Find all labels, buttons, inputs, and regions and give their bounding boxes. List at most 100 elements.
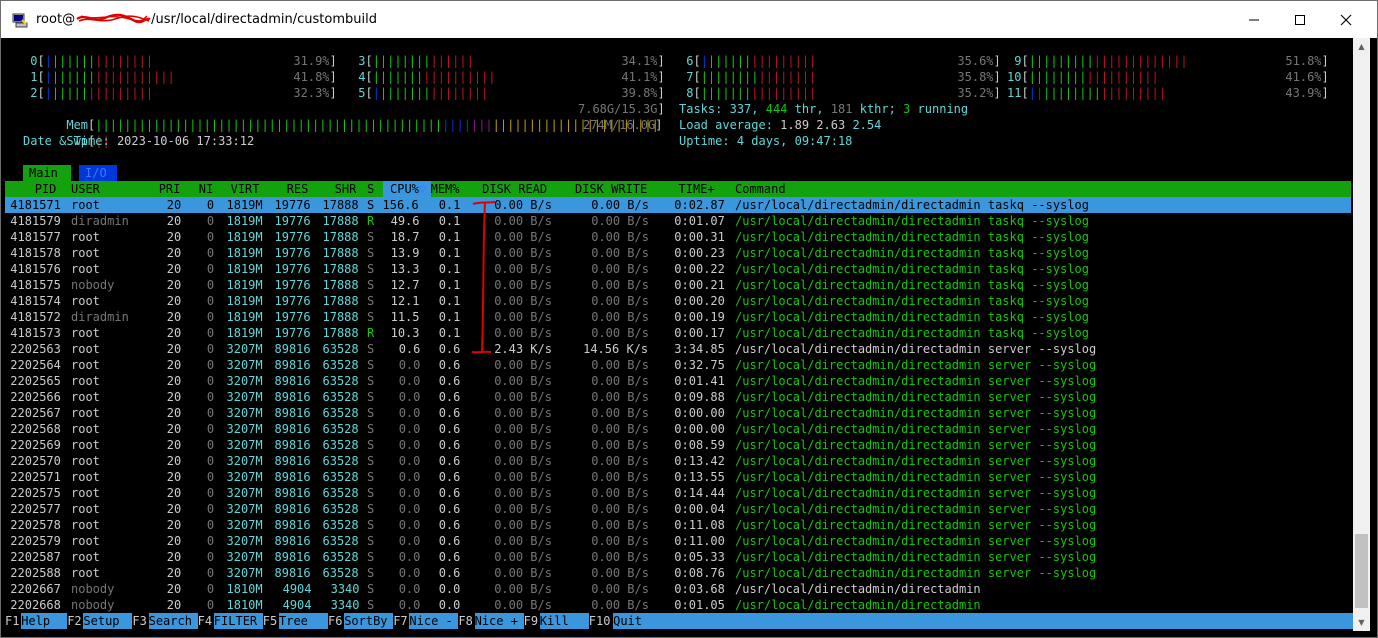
load-5: 2.63 (816, 118, 846, 132)
fkey-f9[interactable]: F9 (524, 613, 538, 629)
vertical-scrollbar[interactable]: ▲ ▼ (1353, 38, 1370, 631)
cell-cpu: 0.0 (398, 358, 421, 372)
close-icon (1340, 14, 1352, 25)
process-row[interactable]: 2202579 root 20 0 3207M 89816 63528 S 0.0 0.6 0.00… (5, 533, 1351, 549)
process-row[interactable]: 2202567 root 20 0 3207M 89816 63528 S 0.0 0.6 0.00… (5, 405, 1351, 421)
cpu-id: 5 (351, 86, 366, 100)
fkey-f8[interactable]: F8 (458, 613, 472, 629)
cpu-id: 6 (679, 54, 694, 68)
column-header-res[interactable]: RES (287, 181, 309, 197)
process-row[interactable]: 2202588 root 20 0 3207M 89816 63528 S 0.0 0.6 0.00… (5, 565, 1351, 581)
column-header-virt[interactable]: VIRT (231, 181, 260, 197)
maximize-button[interactable] (1277, 1, 1323, 38)
process-row[interactable]: 4181573 root 20 0 1819M 19776 17888 R 10.3 0.1 0.0… (5, 325, 1351, 341)
process-row[interactable]: 2202587 root 20 0 3207M 89816 63528 S 0.0 0.6 0.00… (5, 549, 1351, 565)
cell-mem: 0.1 (438, 278, 461, 292)
cell-dwrite: 0.00 B/s (591, 566, 649, 580)
column-header-pid[interactable]: PID (35, 181, 57, 197)
process-row[interactable]: 4181575 nobody 20 0 1819M 19776 17888 S 12.7 0.1 0… (5, 277, 1351, 293)
process-row[interactable]: 2202575 root 20 0 3207M 89816 63528 S 0.0 0.6 0.00… (5, 485, 1351, 501)
fkey-label-nice[interactable]: Nice - (409, 613, 459, 629)
process-row[interactable]: 2202566 root 20 0 3207M 89816 63528 S 0.0 0.6 0.00… (5, 389, 1351, 405)
process-row[interactable]: 2202578 root 20 0 3207M 89816 63528 S 0.0 0.6 0.00… (5, 517, 1351, 533)
cell-shr: 63528 (322, 534, 359, 548)
process-row[interactable]: 2202563 root 20 0 3207M 89816 63528 S 0.6 0.6 2.43… (5, 341, 1351, 357)
fkey-label-setup[interactable]: Setup (83, 613, 133, 629)
cell-res: 89816 (274, 438, 311, 452)
process-row[interactable]: 2202577 root 20 0 3207M 89816 63528 S 0.0 0.6 0.00… (5, 501, 1351, 517)
bracket: ] (1321, 70, 1329, 84)
cell-pri: 20 (166, 198, 182, 212)
fkey-label-kill[interactable]: Kill (539, 613, 589, 629)
process-row[interactable]: 4181576 root 20 0 1819M 19776 17888 S 13.3 0.1 0.0… (5, 261, 1351, 277)
fkey-label-quit[interactable]: Quit (613, 613, 1354, 629)
process-row[interactable]: 4181572 diradmin 20 0 1819M 19776 17888 S 11.5 0.… (5, 309, 1351, 325)
process-row[interactable]: 4181579 diradmin 20 0 1819M 19776 17888 R 49.6 0.… (5, 213, 1351, 229)
close-button[interactable] (1323, 1, 1369, 38)
scroll-down-arrow-icon[interactable]: ▼ (1353, 614, 1370, 631)
putty-app-icon[interactable] (12, 12, 28, 28)
cell-s: S (367, 406, 375, 420)
column-header-ni[interactable]: NI (199, 181, 213, 197)
process-row[interactable]: 2202667 nobody 20 0 1810M 4904 3340 S 0.0 0.0 0.00… (5, 581, 1351, 597)
fkey-label-filter[interactable]: FILTER (213, 613, 263, 629)
cell-ni: 0 (206, 454, 215, 468)
process-row[interactable]: 4181574 root 20 0 1819M 19776 17888 S 12.1 0.1 0.0… (5, 293, 1351, 309)
fkey-f6[interactable]: F6 (328, 613, 342, 629)
cell-shr: 3340 (330, 582, 360, 596)
scroll-up-arrow-icon[interactable]: ▲ (1353, 38, 1370, 55)
fkey-f2[interactable]: F2 (67, 613, 81, 629)
column-header-s[interactable]: S (367, 181, 374, 197)
meter-bar-segment: | (44, 86, 52, 100)
cell-ni: 0 (206, 438, 215, 452)
tab-main[interactable]: Main (23, 165, 71, 181)
window-title-path: /usr/local/directadmin/custombuild (151, 12, 377, 27)
bracket: ] (657, 70, 665, 84)
fkey-f4[interactable]: F4 (198, 613, 212, 629)
cpu-pct-wrap: 43.9%] (1285, 85, 1328, 101)
cpu-pct: 32.3% (293, 86, 330, 100)
column-header-cpu-sorted[interactable]: CPU%▽ (383, 181, 431, 197)
title-bar[interactable]: root@ /usr/local/directadmin/custombuild (1, 1, 1377, 38)
scrollbar-thumb[interactable] (1355, 534, 1368, 608)
process-row[interactable]: 2202668 nobody 20 0 1810M 4904 3340 S 0.0 0.0 0.00… (5, 597, 1351, 613)
column-header-shr[interactable]: SHR (335, 181, 357, 197)
column-header-mem[interactable]: MEM% (431, 181, 460, 197)
fkey-f10[interactable]: F10 (589, 613, 611, 629)
fkey-label-tree[interactable]: Tree (279, 613, 328, 629)
column-header-user[interactable]: USER (71, 181, 100, 197)
column-header-time[interactable]: TIME+ (679, 181, 715, 197)
minimize-button[interactable] (1231, 1, 1277, 38)
fkey-label-sortby[interactable]: SortBy (344, 613, 394, 629)
process-row[interactable]: 4181578 root 20 0 1819M 19776 17888 S 13.9 0.1 0.0… (5, 245, 1351, 261)
cpu-meter-1: 1[|||||||||||||||||| (23, 69, 175, 85)
process-row[interactable]: 4181577 root 20 0 1819M 19776 17888 S 18.7 0.1 0.0… (5, 229, 1351, 245)
tab-io[interactable]: I/O (79, 165, 117, 181)
column-header-command[interactable]: Command (735, 181, 786, 197)
fkey-label-search[interactable]: Search (148, 613, 198, 629)
cell-ni: 0 (206, 502, 215, 516)
cpu-pct: 35.2% (957, 86, 994, 100)
fkey-label-help[interactable]: Help (21, 613, 68, 629)
process-row[interactable]: 2202565 root 20 0 3207M 89816 63528 S 0.0 0.6 0.00… (5, 373, 1351, 389)
column-header-disk-read[interactable]: DISK READ (482, 181, 547, 197)
fkey-f7[interactable]: F7 (393, 613, 407, 629)
cell-virt: 3207M (226, 566, 263, 580)
column-header-pri[interactable]: PRI (159, 181, 181, 197)
meter-bar-segment: ||||||||||||| (1093, 54, 1188, 68)
column-header-disk-write[interactable]: DISK WRITE (575, 181, 647, 197)
process-row[interactable]: 4181571 root 20 0 1819M 19776 17888 S 156.6 0.1 0.… (5, 197, 1351, 213)
fkey-f5[interactable]: F5 (263, 613, 277, 629)
fkey-f1[interactable]: F1 (5, 613, 19, 629)
cell-s: S (367, 486, 375, 500)
process-row[interactable]: 2202569 root 20 0 3207M 89816 63528 S 0.0 0.6 0.00… (5, 437, 1351, 453)
fkey-label-nice[interactable]: Nice + (474, 613, 524, 629)
process-row[interactable]: 2202570 root 20 0 3207M 89816 63528 S 0.0 0.6 0.00… (5, 453, 1351, 469)
cell-mem: 0.6 (438, 390, 461, 404)
process-row[interactable]: 2202568 root 20 0 3207M 89816 63528 S 0.0 0.6 0.00… (5, 421, 1351, 437)
fkey-f3[interactable]: F3 (132, 613, 146, 629)
process-row[interactable]: 2202564 root 20 0 3207M 89816 63528 S 0.0 0.6 0.00… (5, 357, 1351, 373)
cell-pid: 2202571 (10, 470, 61, 484)
process-row[interactable]: 2202571 root 20 0 3207M 89816 63528 S 0.0 0.6 0.00… (5, 469, 1351, 485)
terminal-screen[interactable]: 0[||||||||||||||| 31.9%] 1[||||||||||||||… (1, 38, 1354, 637)
